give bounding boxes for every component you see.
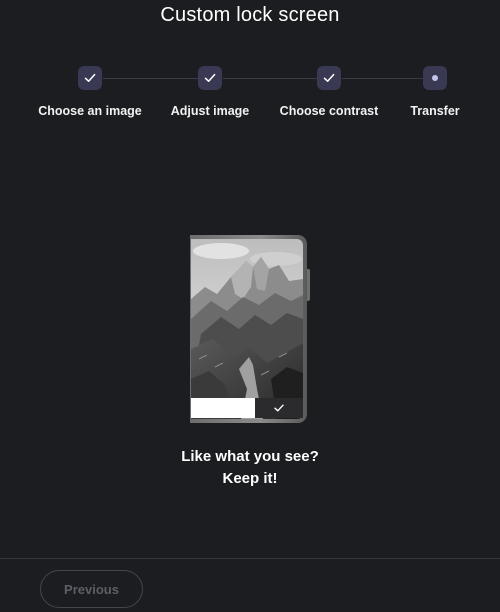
check-icon <box>323 73 335 82</box>
footer-divider <box>0 558 500 559</box>
step-4-label: Transfer <box>410 104 460 118</box>
device-side-button <box>307 269 310 301</box>
stepper-connector <box>223 78 317 79</box>
lock-screen-preview <box>190 235 310 423</box>
prompt-line-2: Keep it! <box>222 470 278 487</box>
stepper-connector <box>103 78 198 79</box>
preview-image <box>191 239 303 419</box>
page-title: Custom lock screen <box>160 4 340 26</box>
check-icon <box>274 404 284 412</box>
dot-icon <box>432 75 438 81</box>
check-icon <box>204 73 216 82</box>
step-4-badge <box>423 66 447 90</box>
mountain-landscape-image <box>191 239 303 419</box>
step-3-badge[interactable] <box>317 66 341 90</box>
preview-bar-blank <box>191 398 255 418</box>
check-icon <box>84 73 96 82</box>
keep-it-prompt: Like what you see? Keep it! <box>0 446 500 490</box>
prompt-line-1: Like what you see? <box>181 448 319 465</box>
confirm-preview-button[interactable] <box>255 398 303 418</box>
stepper-connector <box>342 78 423 79</box>
previous-button[interactable]: Previous <box>40 570 143 608</box>
step-1-label: Choose an image <box>38 104 142 118</box>
step-1-badge[interactable] <box>78 66 102 90</box>
custom-lock-screen-page: Custom lock screen Choose an image Adjus… <box>0 0 500 612</box>
step-2-badge[interactable] <box>198 66 222 90</box>
preview-action-bar <box>191 398 303 418</box>
